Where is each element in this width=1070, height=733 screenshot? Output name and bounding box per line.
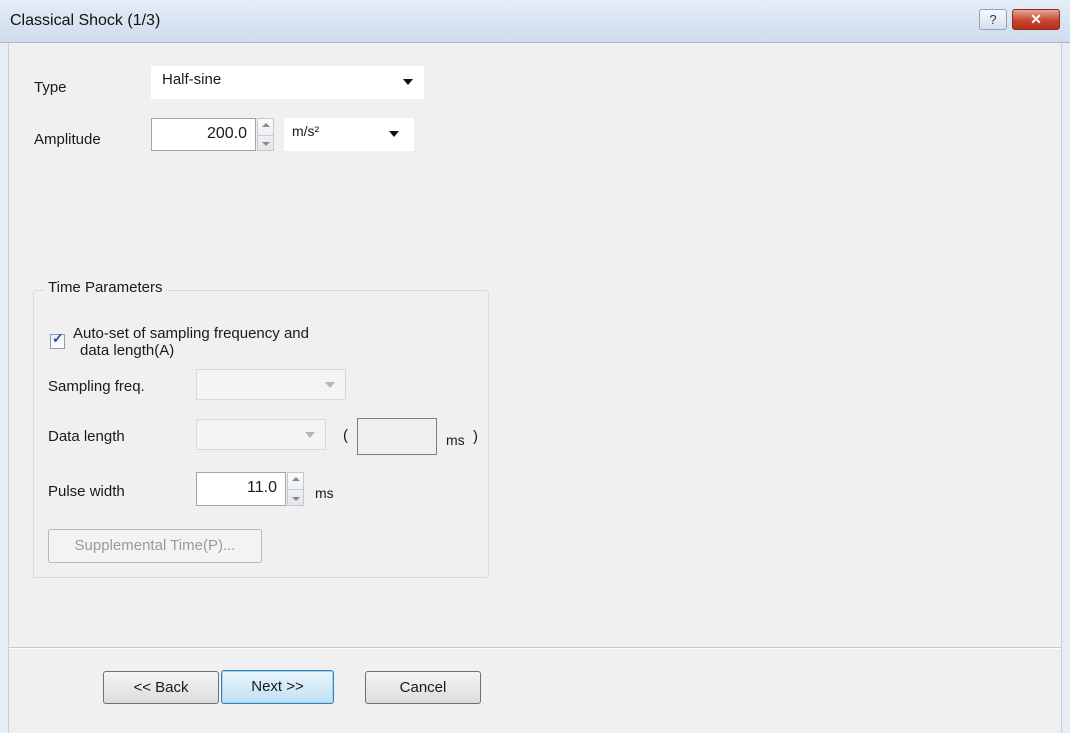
pulse-width-unit: ms [315, 485, 334, 501]
auto-set-label-line2: data length(A) [80, 342, 175, 359]
title-bar[interactable] [0, 0, 1070, 43]
help-icon: ? [989, 12, 997, 27]
auto-set-label-line1: Auto-set of sampling frequency and [73, 325, 309, 342]
amplitude-stepper[interactable] [257, 118, 274, 151]
close-icon: ✕ [1030, 11, 1042, 27]
data-length-close-paren: ) [473, 428, 478, 445]
data-length-open-paren: ( [343, 427, 348, 444]
pulse-width-input[interactable]: 11.0 [196, 472, 286, 506]
type-dropdown-value: Half-sine [162, 71, 222, 88]
window-title: Classical Shock (1/3) [10, 12, 161, 29]
stepper-divider [288, 489, 303, 490]
sampling-freq-dropdown[interactable] [196, 369, 346, 400]
pulse-width-stepper[interactable] [287, 472, 304, 506]
data-length-ms-field [357, 418, 437, 455]
window-border-left [0, 43, 9, 733]
supplemental-time-button[interactable]: Supplemental Time(P)... [48, 529, 262, 563]
amplitude-unit-value: m/s² [292, 123, 320, 139]
amplitude-input[interactable]: 200.0 [151, 118, 256, 151]
close-button[interactable]: ✕ [1012, 9, 1060, 30]
chevron-down-icon [305, 432, 315, 438]
type-label: Type [34, 79, 67, 96]
next-button[interactable]: Next >> [221, 670, 334, 704]
type-dropdown[interactable]: Half-sine [151, 66, 424, 99]
data-length-dropdown[interactable] [196, 419, 326, 450]
window-border-right [1061, 43, 1070, 733]
arrow-down-icon [262, 142, 270, 146]
time-parameters-title: Time Parameters [44, 279, 167, 296]
help-button[interactable]: ? [979, 9, 1007, 30]
chevron-down-icon [389, 131, 399, 137]
sampling-freq-label: Sampling freq. [48, 378, 145, 395]
arrow-up-icon [262, 123, 270, 127]
arrow-down-icon [292, 497, 300, 501]
chevron-down-icon [325, 382, 335, 388]
cancel-button[interactable]: Cancel [365, 671, 481, 704]
back-button[interactable]: << Back [103, 671, 219, 704]
data-length-unit: ms [446, 432, 465, 448]
checkmark-icon: ✓ [52, 330, 64, 346]
amplitude-label: Amplitude [34, 131, 101, 148]
arrow-up-icon [292, 477, 300, 481]
chevron-down-icon [403, 79, 413, 85]
amplitude-unit-dropdown[interactable]: m/s² [284, 118, 414, 151]
pulse-width-label: Pulse width [48, 483, 125, 500]
footer-separator [9, 647, 1061, 649]
stepper-divider [258, 134, 273, 136]
data-length-label: Data length [48, 428, 125, 445]
